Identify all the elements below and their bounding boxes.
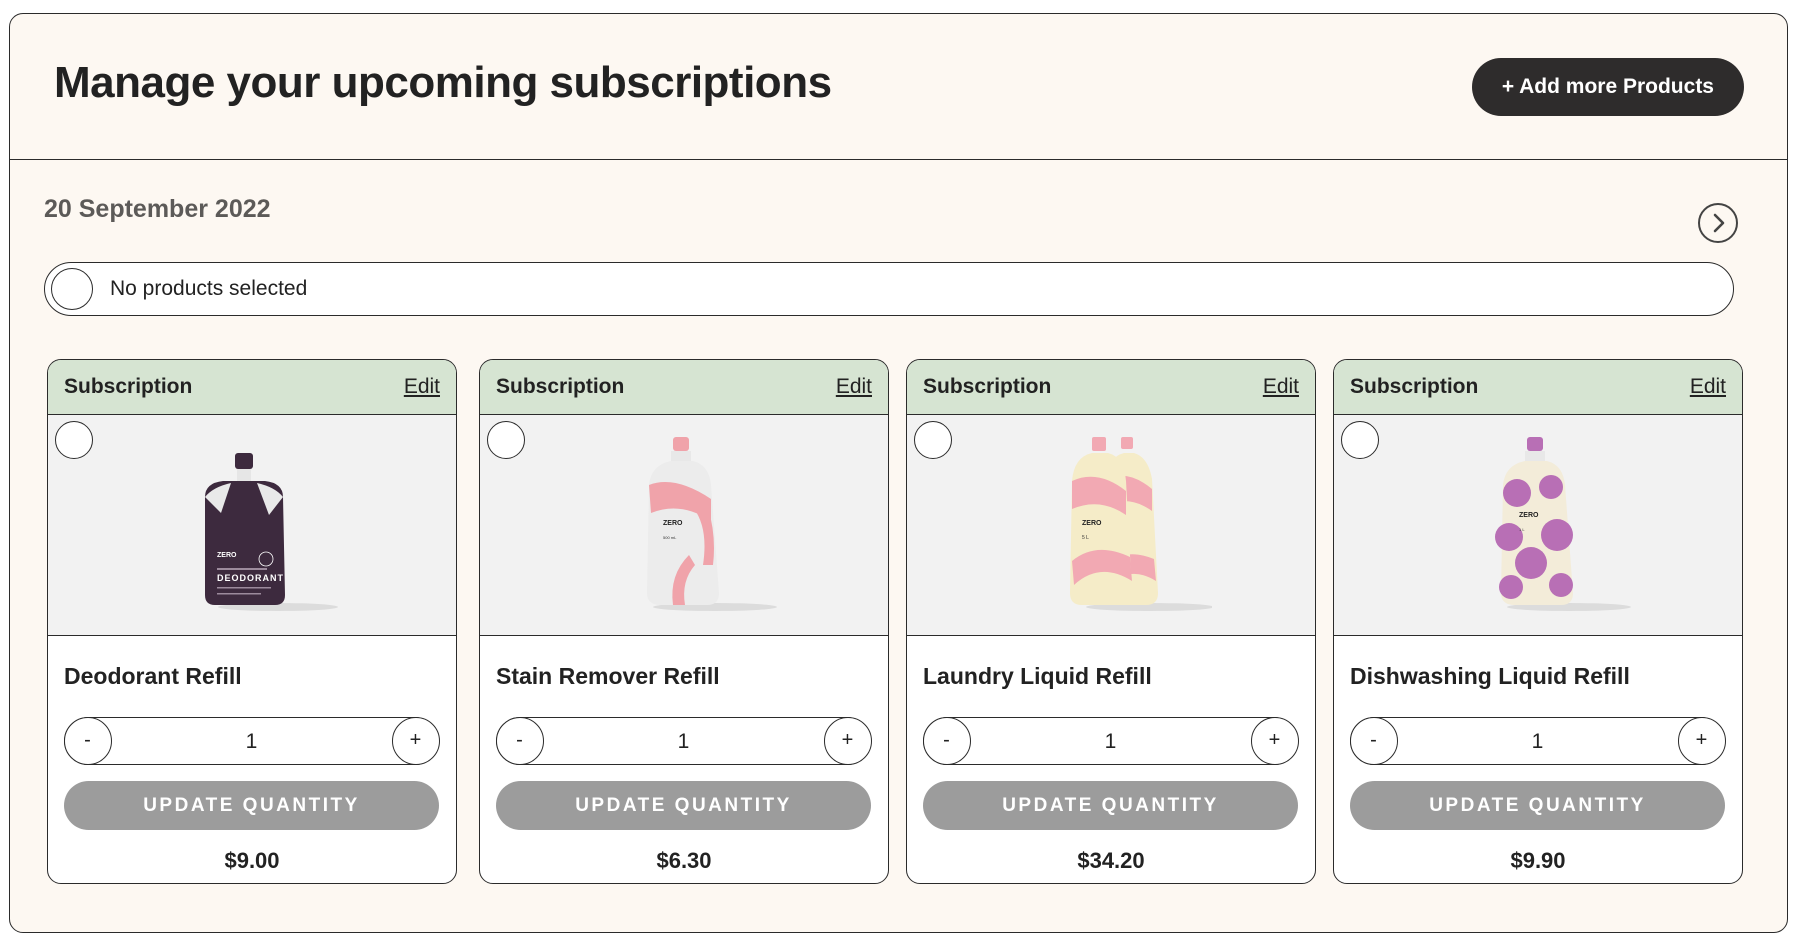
decrease-quantity-button[interactable]: - <box>922 716 971 765</box>
subscription-label: Subscription <box>496 375 625 398</box>
svg-text:1 L: 1 L <box>1519 527 1525 532</box>
selection-bar: No products selected <box>44 262 1734 316</box>
quantity-stepper: - 1 + <box>1349 716 1726 765</box>
product-name: Laundry Liquid Refill <box>923 663 1152 689</box>
subscription-label: Subscription <box>1350 375 1479 398</box>
add-more-products-button[interactable]: + Add more Products <box>1471 58 1744 116</box>
product-card-dishwashing-liquid: Subscription Edit ZERO 1 L Dishwashing L… <box>1333 359 1743 884</box>
stain-remover-pouch-image: ZERO 500 mL <box>647 437 777 611</box>
quantity-stepper: - 1 + <box>495 716 872 765</box>
panel-header: Manage your upcoming subscriptions + Add… <box>10 14 1787 160</box>
product-card-laundry-liquid: Subscription Edit ZERO 5 L Laundry Liqui… <box>906 359 1316 884</box>
increase-quantity-button[interactable]: + <box>823 716 872 765</box>
svg-text:ZERO: ZERO <box>663 520 683 527</box>
svg-text:ZERO: ZERO <box>1519 512 1539 519</box>
update-quantity-button[interactable]: UPDATE QUANTITY <box>496 781 871 830</box>
quantity-stepper: - 1 + <box>922 716 1299 765</box>
subscription-label: Subscription <box>64 375 193 398</box>
dishwashing-liquid-pouch-image: ZERO 1 L <box>1495 437 1631 611</box>
card-header: Subscription Edit <box>1334 360 1742 415</box>
card-header: Subscription Edit <box>48 360 456 415</box>
svg-text:5 L: 5 L <box>1082 535 1089 541</box>
product-image-area: ZERO 500 mL <box>480 415 888 636</box>
increase-quantity-button[interactable]: + <box>1250 716 1299 765</box>
decrease-quantity-button[interactable]: - <box>63 716 112 765</box>
update-quantity-button[interactable]: UPDATE QUANTITY <box>1350 781 1725 830</box>
product-price: $9.00 <box>224 848 280 873</box>
product-select-checkbox[interactable] <box>1341 421 1379 459</box>
next-date-button[interactable] <box>1698 203 1738 243</box>
product-name: Dishwashing Liquid Refill <box>1350 663 1630 689</box>
svg-text:DEODORANT: DEODORANT <box>217 573 284 583</box>
svg-text:ZERO: ZERO <box>1082 520 1102 527</box>
edit-link[interactable]: Edit <box>836 375 872 399</box>
quantity-value[interactable]: 1 <box>1411 730 1664 754</box>
subscription-label: Subscription <box>923 375 1052 398</box>
product-select-checkbox[interactable] <box>55 421 93 459</box>
update-quantity-button[interactable]: UPDATE QUANTITY <box>923 781 1298 830</box>
product-name: Deodorant Refill <box>64 663 242 689</box>
delivery-date: 20 September 2022 <box>44 195 271 223</box>
product-price: $34.20 <box>1077 848 1145 873</box>
quantity-stepper: - 1 + <box>63 716 440 765</box>
card-header: Subscription Edit <box>480 360 888 415</box>
card-header: Subscription Edit <box>907 360 1315 415</box>
chevron-right-icon <box>1713 213 1725 233</box>
product-select-checkbox[interactable] <box>487 421 525 459</box>
product-image-area: ZERO 5 L <box>907 415 1315 636</box>
deodorant-pouch-image: ZERO DEODORANT <box>205 453 338 611</box>
laundry-liquid-pouches-image: ZERO 5 L <box>1070 437 1212 611</box>
increase-quantity-button[interactable]: + <box>1677 716 1726 765</box>
edit-link[interactable]: Edit <box>1690 375 1726 399</box>
page-title: Manage your upcoming subscriptions <box>54 58 832 107</box>
quantity-value[interactable]: 1 <box>557 730 810 754</box>
select-all-checkbox[interactable] <box>51 268 93 310</box>
edit-link[interactable]: Edit <box>404 375 440 399</box>
decrease-quantity-button[interactable]: - <box>1349 716 1398 765</box>
quantity-value[interactable]: 1 <box>984 730 1237 754</box>
svg-text:500 mL: 500 mL <box>663 535 677 540</box>
product-card-deodorant: Subscription Edit ZERO DEODORANT Deodora… <box>47 359 457 884</box>
product-select-checkbox[interactable] <box>914 421 952 459</box>
product-card-stain-remover: Subscription Edit ZERO 500 mL Stain Remo… <box>479 359 889 884</box>
svg-text:ZERO: ZERO <box>217 552 237 559</box>
product-name: Stain Remover Refill <box>496 663 720 689</box>
product-price: $6.30 <box>656 848 712 873</box>
selection-status: No products selected <box>110 277 308 300</box>
product-image-area: ZERO DEODORANT <box>48 415 456 636</box>
update-quantity-button[interactable]: UPDATE QUANTITY <box>64 781 439 830</box>
increase-quantity-button[interactable]: + <box>391 716 440 765</box>
product-image-area: ZERO 1 L <box>1334 415 1742 636</box>
product-price: $9.90 <box>1510 848 1566 873</box>
edit-link[interactable]: Edit <box>1263 375 1299 399</box>
quantity-value[interactable]: 1 <box>125 730 378 754</box>
decrease-quantity-button[interactable]: - <box>495 716 544 765</box>
